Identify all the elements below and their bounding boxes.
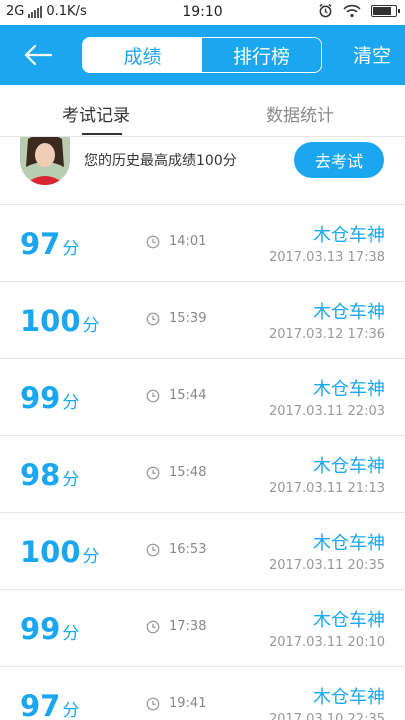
tab-indicator bbox=[82, 133, 122, 135]
score-unit: 分 bbox=[62, 470, 80, 490]
user-name: 木仓车神 bbox=[313, 533, 385, 554]
exam-date: 2017.03.11 21:13 bbox=[268, 481, 385, 496]
tab-exam-records[interactable]: 考试记录 bbox=[62, 101, 130, 126]
user-name: 木仓车神 bbox=[313, 610, 385, 631]
score: 100 分 bbox=[20, 304, 100, 343]
score-unit: 分 bbox=[62, 701, 80, 720]
clock-icon bbox=[146, 466, 160, 480]
list-item[interactable]: 98 分 15:48 木仓车神 2017.03.11 21:13 bbox=[0, 436, 405, 513]
score-unit: 分 bbox=[62, 239, 80, 259]
exam-duration: 15:44 bbox=[169, 388, 207, 403]
status-bar: 2G 0.1K/s 19:10 bbox=[0, 0, 405, 25]
tab-bar: 考试记录 数据统计 bbox=[0, 85, 405, 137]
score: 99 分 bbox=[20, 612, 79, 651]
user-name: 木仓车神 bbox=[313, 302, 385, 323]
clock-icon bbox=[146, 697, 160, 711]
clock-icon bbox=[146, 235, 160, 249]
exam-date: 2017.03.10 22:35 bbox=[268, 712, 385, 720]
exam-duration: 16:53 bbox=[169, 542, 207, 557]
avatar bbox=[20, 137, 70, 185]
exam-date: 2017.03.11 20:35 bbox=[268, 558, 385, 573]
exam-date: 2017.03.12 17:36 bbox=[268, 327, 385, 342]
score-unit: 分 bbox=[62, 624, 80, 644]
score: 97 分 bbox=[20, 689, 79, 720]
clock-icon bbox=[146, 620, 160, 634]
user-name: 木仓车神 bbox=[313, 225, 385, 246]
score: 99 分 bbox=[20, 381, 79, 420]
score-value: 98 bbox=[20, 458, 61, 492]
list-item[interactable]: 97 分 14:01 木仓车神 2017.03.13 17:38 bbox=[0, 205, 405, 282]
exam-duration: 15:48 bbox=[169, 465, 207, 480]
score-unit: 分 bbox=[82, 547, 100, 567]
back-button[interactable] bbox=[20, 39, 56, 71]
score-value: 99 bbox=[20, 612, 61, 646]
list-item[interactable]: 100 分 15:39 木仓车神 2017.03.12 17:36 bbox=[0, 282, 405, 359]
user-name: 木仓车神 bbox=[313, 687, 385, 708]
best-score-text: 您的历史最高成绩100分 bbox=[84, 153, 237, 169]
list-item[interactable]: 99 分 15:44 木仓车神 2017.03.11 22:03 bbox=[0, 359, 405, 436]
score-value: 97 bbox=[20, 689, 61, 720]
score: 97 分 bbox=[20, 227, 79, 266]
take-exam-button[interactable]: 去考试 bbox=[294, 142, 384, 178]
exam-date: 2017.03.13 17:38 bbox=[268, 250, 385, 265]
score-value: 99 bbox=[20, 381, 61, 415]
score-unit: 分 bbox=[82, 316, 100, 336]
exam-record-list: 97 分 14:01 木仓车神 2017.03.13 17:38 100 分 15:… bbox=[0, 205, 405, 720]
clock-icon bbox=[146, 389, 160, 403]
score-unit: 分 bbox=[62, 393, 80, 413]
score-value: 97 bbox=[20, 227, 61, 261]
user-name: 木仓车神 bbox=[313, 456, 385, 477]
battery-level bbox=[373, 6, 391, 15]
top-bar: 成绩 排行榜 清空 bbox=[0, 25, 405, 85]
user-name: 木仓车神 bbox=[313, 379, 385, 400]
status-right bbox=[318, 3, 400, 18]
score: 98 分 bbox=[20, 458, 79, 497]
exam-duration: 17:38 bbox=[169, 619, 207, 634]
arrow-left-icon bbox=[24, 44, 53, 66]
exam-duration: 19:41 bbox=[169, 696, 207, 711]
exam-duration: 14:01 bbox=[169, 234, 207, 249]
clear-button[interactable]: 清空 bbox=[353, 41, 391, 68]
score-value: 100 bbox=[20, 535, 81, 569]
list-item[interactable]: 99 分 17:38 木仓车神 2017.03.11 20:10 bbox=[0, 590, 405, 667]
alarm-icon bbox=[319, 3, 332, 18]
list-item[interactable]: 97 分 19:41 木仓车神 2017.03.10 22:35 bbox=[0, 667, 405, 720]
exam-duration: 15:39 bbox=[169, 311, 207, 326]
tab-statistics[interactable]: 数据统计 bbox=[266, 101, 334, 126]
list-item[interactable]: 100 分 16:53 木仓车神 2017.03.11 20:35 bbox=[0, 513, 405, 590]
score-value: 100 bbox=[20, 304, 81, 338]
best-score-summary: 您的历史最高成绩100分 去考试 bbox=[0, 137, 405, 205]
clock-icon bbox=[146, 543, 160, 557]
exam-date: 2017.03.11 22:03 bbox=[268, 404, 385, 419]
wifi-icon bbox=[343, 4, 361, 17]
exam-date: 2017.03.11 20:10 bbox=[268, 635, 385, 650]
battery-icon bbox=[371, 4, 400, 17]
segmented-control: 成绩 排行榜 bbox=[82, 37, 322, 73]
segment-ranking[interactable]: 排行榜 bbox=[202, 38, 321, 72]
segment-score[interactable]: 成绩 bbox=[83, 38, 202, 72]
score: 100 分 bbox=[20, 535, 100, 574]
clock-icon bbox=[146, 312, 160, 326]
avatar-image bbox=[20, 137, 70, 185]
